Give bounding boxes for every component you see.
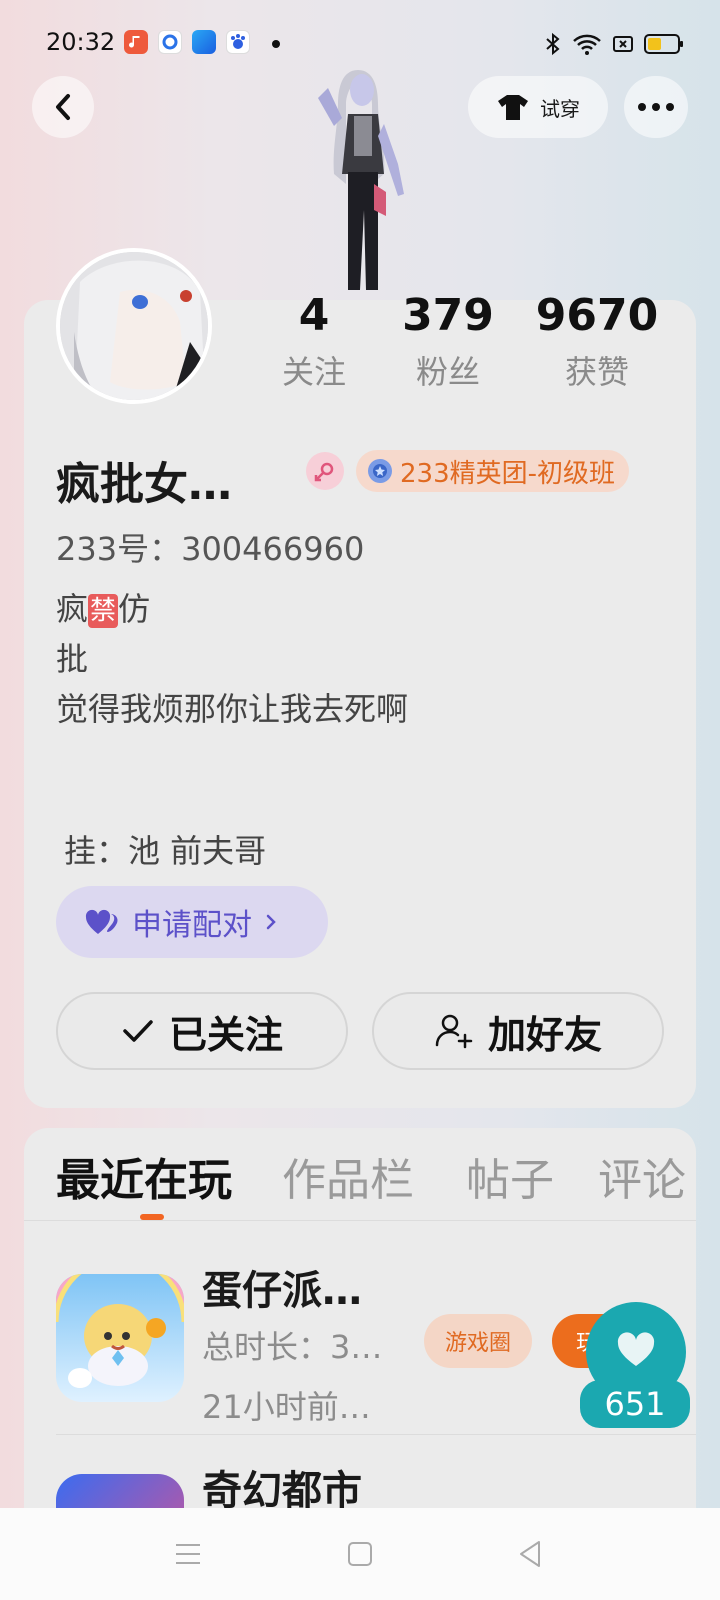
status-indicators	[544, 30, 683, 58]
game-circle-button[interactable]: 游戏圈	[424, 1314, 532, 1368]
following-button[interactable]: 已关注	[56, 992, 348, 1070]
like-count: 651	[580, 1380, 690, 1428]
game-icon-eggy-party[interactable]	[56, 1274, 184, 1402]
baidu-icon	[226, 30, 250, 54]
request-pair-label: 申请配对	[132, 908, 252, 943]
rank-badge[interactable]: 233精英团-初级班	[356, 450, 630, 492]
back-button[interactable]	[32, 76, 94, 138]
add-friend-button[interactable]: 加好友	[372, 992, 664, 1070]
battery-icon	[644, 34, 683, 54]
system-nav-bar	[0, 1508, 720, 1600]
battery-fill	[648, 38, 661, 50]
back-triangle-icon	[520, 1541, 540, 1567]
status-time: 20:32	[46, 28, 116, 56]
more-icon	[638, 103, 674, 111]
tab-comments[interactable]: 评论	[598, 1144, 686, 1208]
tab-posts[interactable]: 帖子	[466, 1144, 554, 1208]
game-name[interactable]: 蛋仔派…	[202, 1258, 362, 1316]
rank-medal-icon	[368, 459, 392, 483]
row-divider	[56, 1434, 696, 1435]
tab-works[interactable]: 作品栏	[282, 1144, 414, 1208]
profile-avatar[interactable]	[56, 248, 212, 404]
female-icon	[306, 452, 344, 490]
tabs-divider	[24, 1220, 696, 1221]
user-id[interactable]: 233号：300466960	[56, 524, 364, 570]
bio: 疯禁仿 批 觉得我烦那你让我去死啊	[56, 584, 408, 734]
request-pair-button[interactable]: 申请配对	[56, 886, 328, 958]
check-icon	[123, 1020, 153, 1042]
game-last-played: 21小时前…	[202, 1388, 371, 1426]
following-count: 4	[298, 290, 330, 341]
menu-nav-button[interactable]	[170, 1536, 206, 1572]
followers-count: 379	[402, 290, 494, 341]
bluetooth-icon	[546, 32, 560, 56]
notification-dot	[272, 40, 280, 48]
tshirt-icon	[498, 95, 528, 120]
more-button[interactable]	[624, 76, 688, 138]
avatar-figure[interactable]	[308, 64, 418, 300]
tab-bar: 最近在玩 作品栏 帖子 评论	[24, 1128, 696, 1220]
try-on-label: 试穿	[540, 96, 580, 121]
rank-badge-label: 233精英团-初级班	[400, 458, 616, 489]
add-user-icon	[435, 1014, 473, 1049]
music-app-icon	[124, 30, 148, 54]
stat-following[interactable]: 4 关注	[274, 290, 354, 393]
menu-icon	[176, 1544, 200, 1564]
likes-label: 获赞	[564, 353, 629, 391]
chevron-right-icon	[266, 914, 276, 930]
chevron-left-icon	[56, 94, 70, 120]
stat-likes[interactable]: 9670 获赞	[534, 290, 660, 393]
try-on-button[interactable]: 试穿	[468, 76, 608, 138]
home-nav-button[interactable]	[342, 1536, 378, 1572]
sim-icon	[613, 36, 633, 52]
following-button-label: 已关注	[168, 1012, 283, 1057]
blue-app-icon	[192, 30, 216, 54]
tab-recently-played[interactable]: 最近在玩	[56, 1144, 232, 1208]
profile-extra: 挂：池 前夫哥	[64, 832, 267, 870]
qq-browser-icon	[158, 30, 182, 54]
banned-word-badge: 禁	[88, 594, 119, 628]
heart-icon	[617, 1332, 655, 1366]
bio-line-1: 疯禁仿	[56, 590, 151, 628]
likes-count: 9670	[535, 290, 659, 341]
nickname: 疯批女…	[56, 459, 232, 510]
bio-line-2: 批	[56, 640, 89, 678]
game-duration: 总时长：3…	[202, 1328, 383, 1366]
bio-line-3: 觉得我烦那你让我去死啊	[56, 690, 409, 728]
stat-followers[interactable]: 379 粉丝	[400, 290, 496, 393]
home-square-icon	[348, 1542, 372, 1566]
following-label: 关注	[281, 353, 346, 391]
back-nav-button[interactable]	[512, 1536, 548, 1572]
add-friend-label: 加好友	[487, 1012, 602, 1057]
followers-label: 粉丝	[415, 353, 480, 391]
wifi-icon	[573, 34, 601, 55]
hearts-icon	[85, 909, 118, 934]
